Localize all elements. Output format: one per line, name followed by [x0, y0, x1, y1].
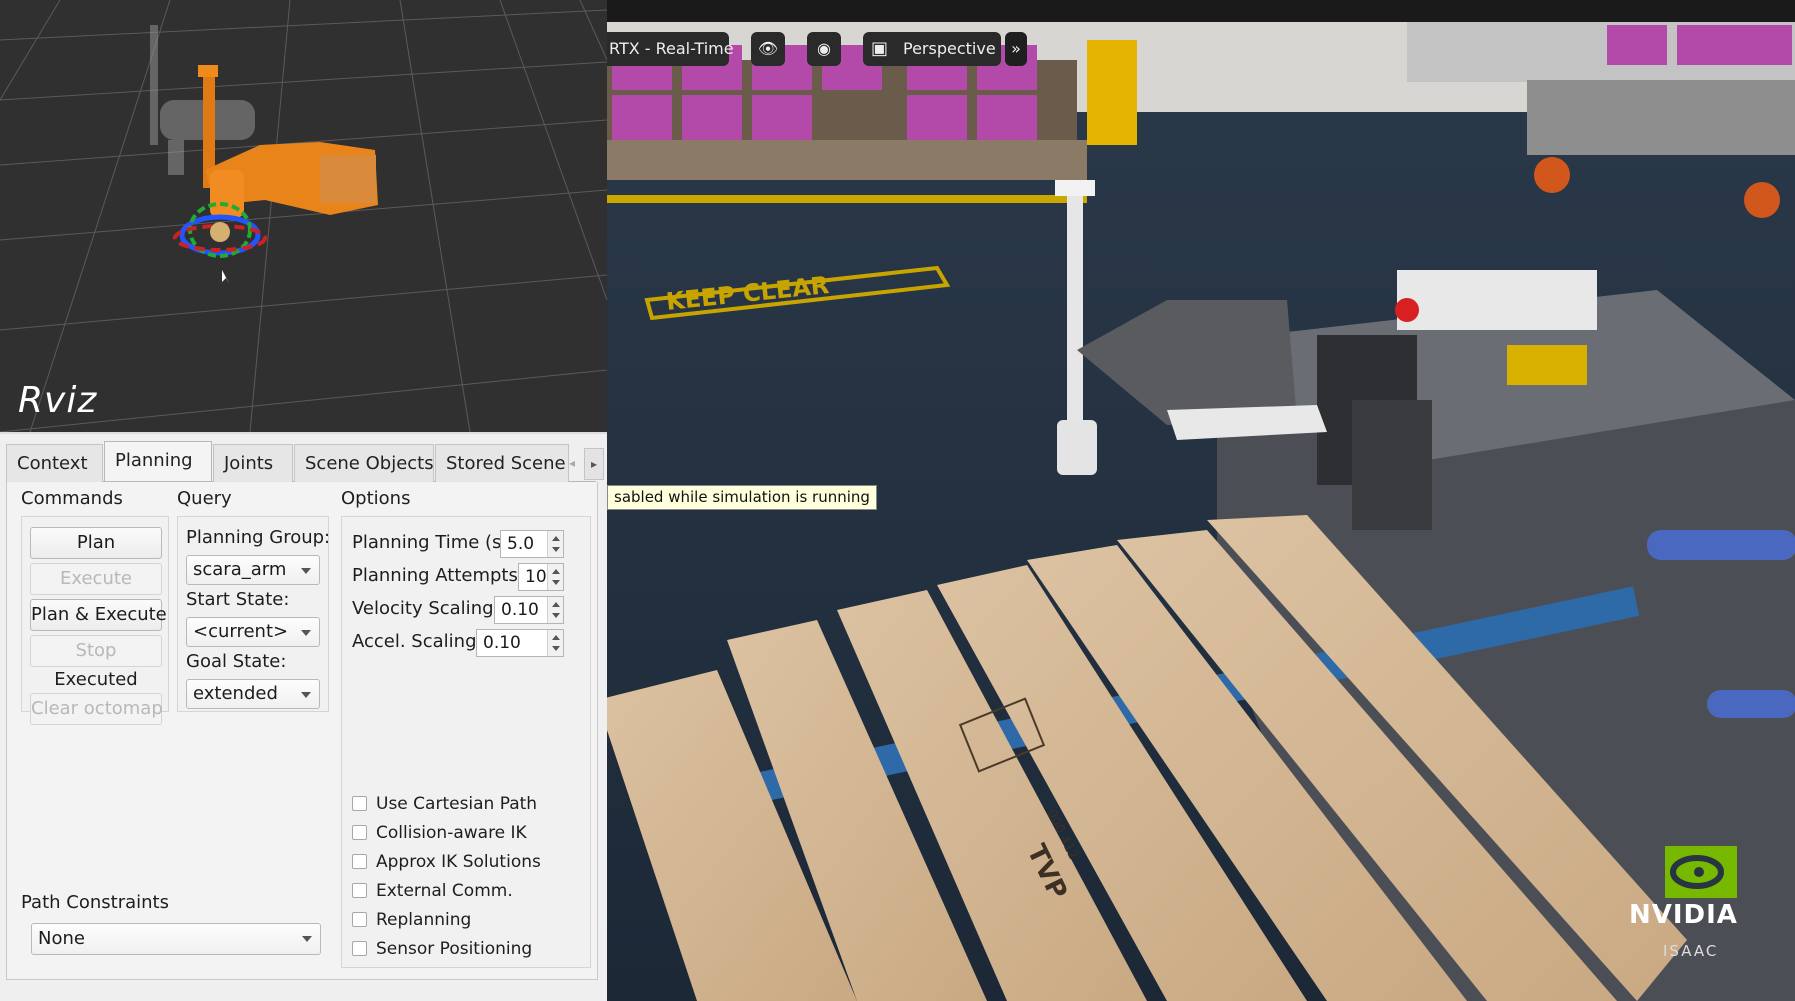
planning-time-spinbox[interactable]: 5.0: [500, 530, 564, 558]
checkbox-label: Approx IK Solutions: [376, 852, 541, 872]
start-state-label: Start State:: [186, 589, 290, 610]
start-state-dropdown[interactable]: <current>: [186, 617, 320, 647]
planning-tab-content: Commands Plan Execute Plan & Execute Sto…: [6, 482, 598, 980]
start-state-value: <current>: [193, 621, 289, 642]
chevron-down-icon: [302, 936, 312, 942]
accel-scaling-spinbox[interactable]: 0.10: [476, 629, 564, 657]
replanning-checkbox[interactable]: Replanning: [352, 909, 471, 931]
chevron-down-icon: [301, 630, 311, 636]
query-heading: Query: [177, 488, 232, 509]
checkbox-label: Collision-aware IK: [376, 823, 527, 843]
accel-scaling-label: Accel. Scaling:: [352, 631, 483, 652]
options-heading: Options: [341, 488, 411, 509]
goal-state-value: extended: [193, 683, 278, 704]
motion-planning-panel: Context Planning Joints Scene Objects St…: [0, 432, 607, 1001]
spin-up-icon[interactable]: [552, 536, 560, 541]
planning-group-dropdown[interactable]: scara_arm: [186, 555, 320, 585]
velocity-scaling-value: 0.10: [501, 600, 539, 620]
camera-button[interactable]: ▣ Perspective: [863, 32, 1001, 66]
tab-scroll-right-icon[interactable]: ▸: [584, 448, 604, 480]
render-mode-button[interactable]: RTX - Real-Time: [607, 32, 734, 66]
spin-down-icon[interactable]: [552, 547, 560, 552]
rviz-3d-view[interactable]: Rviz: [0, 0, 607, 432]
tab-scene-objects[interactable]: Scene Objects: [294, 444, 434, 482]
goal-state-label: Goal State:: [186, 651, 287, 672]
planning-time-label: Planning Time (s):: [352, 532, 515, 553]
planning-group-value: scara_arm: [193, 559, 287, 580]
path-constraints-dropdown[interactable]: None: [31, 923, 321, 955]
chevron-right-icon[interactable]: »: [1005, 32, 1027, 66]
spin-up-icon[interactable]: [552, 602, 560, 607]
scara-robot-model[interactable]: [198, 65, 378, 218]
camera-icon: ▣: [871, 38, 889, 59]
eye-icon[interactable]: 👁: [751, 32, 785, 66]
mouse-cursor-icon: [222, 270, 230, 285]
accel-scaling-value: 0.10: [483, 633, 521, 653]
approx-ik-solutions-checkbox[interactable]: Approx IK Solutions: [352, 851, 541, 873]
checkbox-label: Replanning: [376, 910, 472, 930]
checkbox-label: External Comm.: [376, 881, 513, 901]
viewport-topbar: [607, 0, 1795, 22]
checkbox-label: Use Cartesian Path: [376, 794, 538, 814]
clear-octomap-button[interactable]: Clear octomap: [30, 693, 163, 725]
chevron-down-icon: [301, 568, 311, 574]
rviz-grid-scene: [0, 0, 607, 432]
tab-stored-scenes[interactable]: Stored Scene: [435, 444, 569, 482]
planning-attempts-label: Planning Attempts:: [352, 565, 524, 586]
sensor-positioning-checkbox[interactable]: Sensor Positioning: [352, 938, 532, 960]
tab-joints[interactable]: Joints: [213, 444, 293, 482]
plan-button[interactable]: Plan: [30, 527, 162, 559]
tab-context[interactable]: Context: [6, 444, 103, 482]
spin-up-icon[interactable]: [552, 635, 560, 640]
commands-heading: Commands: [21, 488, 123, 509]
nvidia-wordmark: NVIDIA: [1629, 900, 1738, 930]
spin-up-icon[interactable]: [552, 569, 560, 574]
external-comm-checkbox[interactable]: External Comm.: [352, 880, 513, 902]
options-group: Planning Time (s): 5.0 Planning Attempts…: [341, 516, 591, 968]
spin-down-icon[interactable]: [552, 646, 560, 651]
plan-and-execute-button[interactable]: Plan & Execute: [30, 599, 167, 631]
chevron-down-icon: [301, 692, 311, 698]
spin-down-icon[interactable]: [552, 580, 560, 585]
tab-planning[interactable]: Planning: [104, 441, 212, 481]
tab-scroll-left-icon[interactable]: ◂: [569, 456, 575, 470]
camera-label: Perspective: [903, 39, 996, 58]
planning-attempts-value: 10: [525, 567, 547, 587]
tooltip: sabled while simulation is running: [607, 485, 877, 510]
rviz-grid: [0, 0, 607, 432]
broadcast-icon[interactable]: ◉: [807, 32, 841, 66]
execution-status-label: Executed: [54, 669, 138, 690]
checkbox-label: Sensor Positioning: [376, 939, 533, 959]
screen: Rviz Context Planning Joints Scene Objec…: [0, 0, 1795, 1001]
path-constraints-heading: Path Constraints: [21, 892, 169, 913]
collision-aware-ik-checkbox[interactable]: Collision-aware IK: [352, 822, 527, 844]
isaac-sim-viewport[interactable]: KEEP CLEAR TVP 000 412 RTX - Real-Time 👁…: [607, 0, 1795, 1001]
commands-group: Plan Execute Plan & Execute Stop Execute…: [21, 516, 169, 725]
rviz-title: Rviz: [18, 380, 98, 421]
goal-state-dropdown[interactable]: extended: [186, 679, 320, 709]
velocity-scaling-spinbox[interactable]: 0.10: [494, 596, 564, 624]
query-group: Planning Group: scara_arm Start State: <…: [177, 516, 331, 712]
path-constraints-value: None: [38, 928, 85, 949]
planning-time-value: 5.0: [507, 534, 535, 554]
planning-group-label: Planning Group:: [186, 527, 331, 548]
spin-down-icon[interactable]: [552, 613, 560, 618]
planning-attempts-spinbox[interactable]: 10: [518, 563, 564, 591]
velocity-scaling-label: Velocity Scaling:: [352, 598, 500, 619]
tab-bar: Context Planning Joints Scene Objects St…: [6, 441, 604, 482]
use-cartesian-path-checkbox[interactable]: Use Cartesian Path: [352, 793, 537, 815]
stop-button[interactable]: Stop: [30, 635, 162, 667]
isaac-wordmark: ISAAC: [1663, 942, 1719, 960]
execute-button[interactable]: Execute: [30, 563, 162, 595]
